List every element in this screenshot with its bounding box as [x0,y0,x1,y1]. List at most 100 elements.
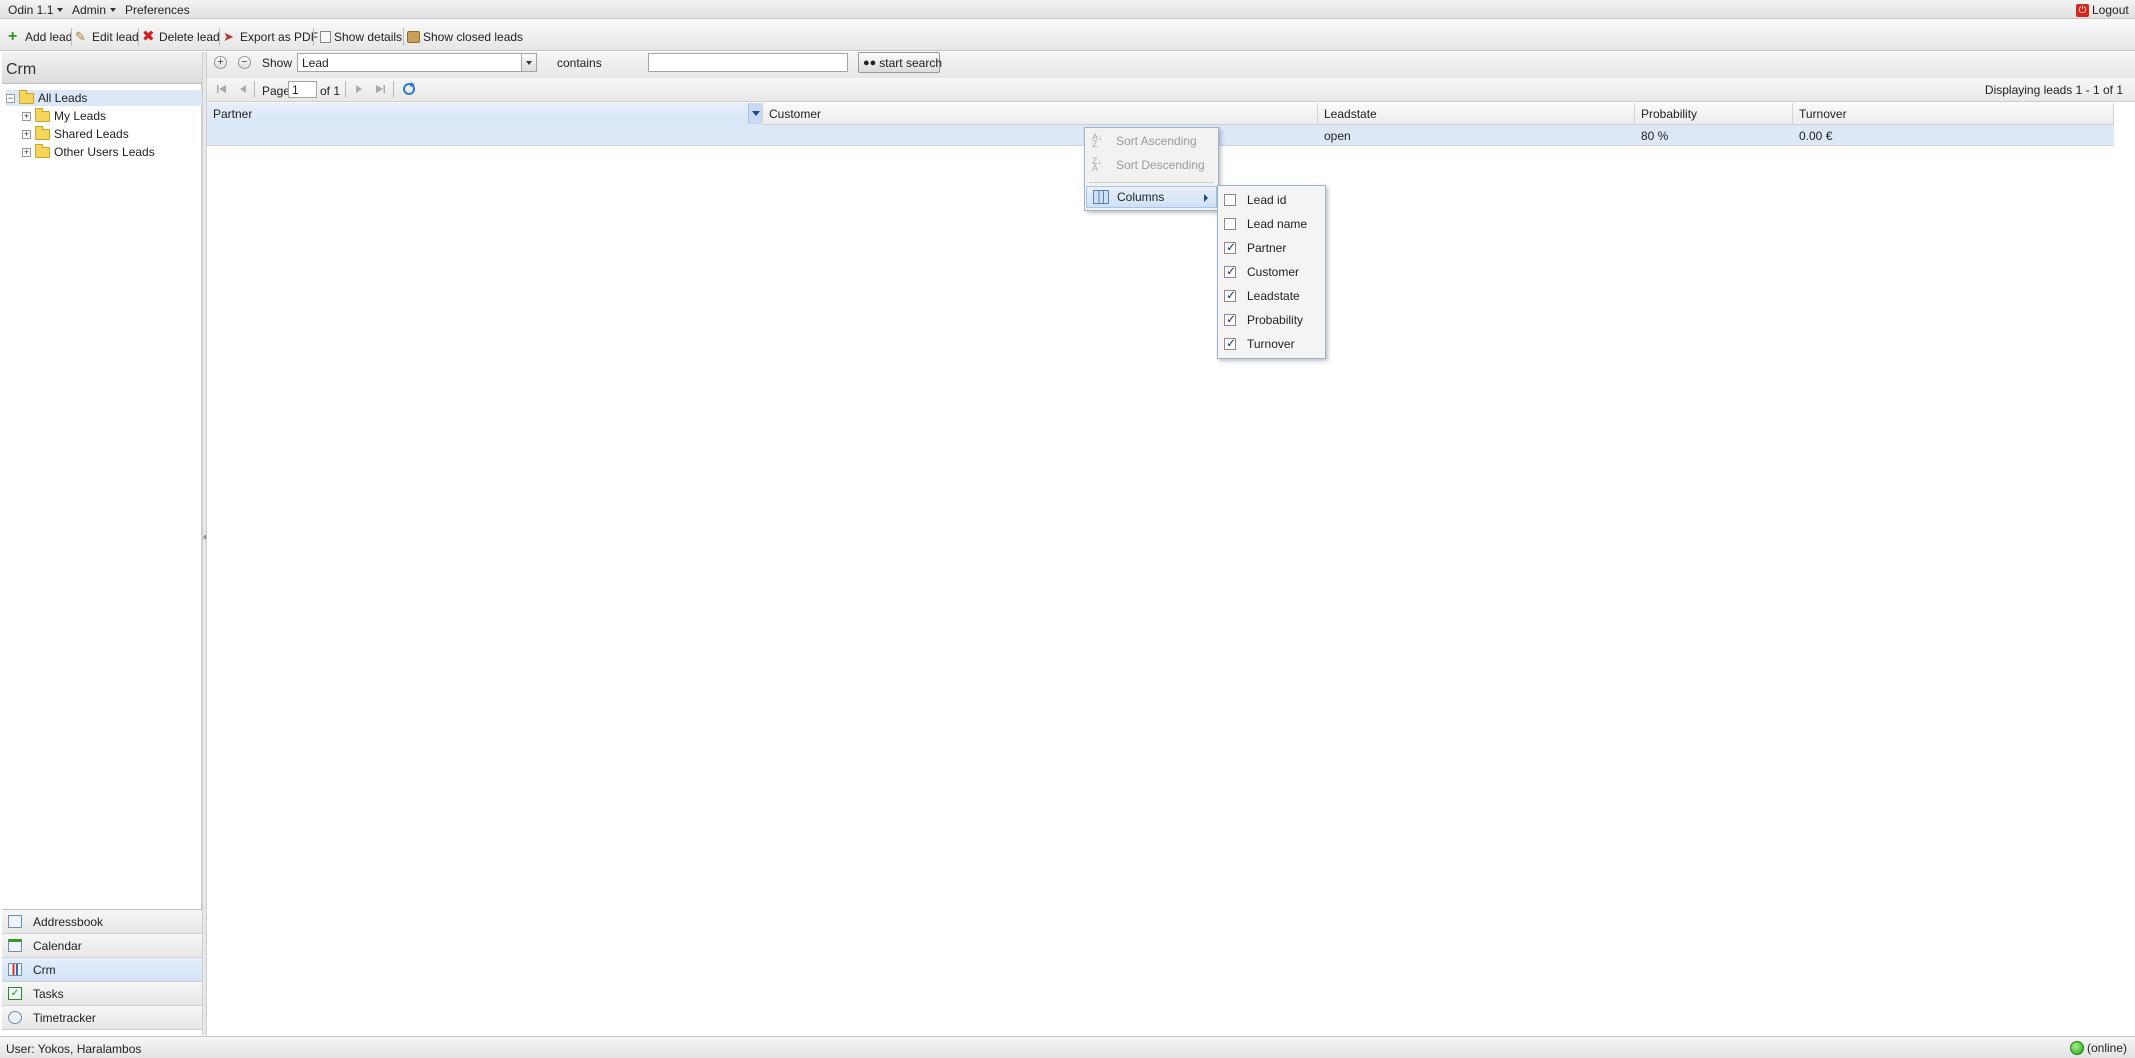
toolbar-separator [403,28,404,46]
column-context-menu: A↓ Z Sort Ascending Z↓ A Sort Descending C… [1084,127,1219,211]
add-lead-button[interactable]: + Add lead [8,28,72,46]
pdf-icon: ➤ [223,29,234,44]
menubar: Odin 1.1 Admin Preferences ⏻ Logout [0,0,2135,19]
column-toggle-customer[interactable]: Customer [1224,263,1299,281]
cell-turnover: 0.00 € [1799,129,1833,143]
pager-separator [393,81,394,98]
previous-page-icon[interactable] [236,82,250,96]
chevron-down-icon[interactable] [521,54,536,71]
column-toggle-partner[interactable]: Partner [1224,239,1286,257]
page-count: of 1 [320,84,341,98]
toolbar: + Add lead ✎ Edit lead ✖ Delete lead ➤ E… [0,19,2135,51]
cell-leadstate: open [1324,129,1351,143]
chart-icon [8,963,22,976]
sidebar-splitter[interactable] [202,52,207,1035]
power-icon: ⏻ [2076,3,2089,17]
collapse-left-icon[interactable] [203,534,206,540]
add-filter-icon[interactable]: + [214,56,227,69]
status-bar: User: Yokos, Haralambos (online) [0,1036,2135,1058]
checkbox[interactable] [1224,288,1236,302]
start-search-button[interactable]: ●● start search [858,52,942,73]
toolbar-separator [219,28,220,46]
menu-separator [1089,182,1214,183]
column-header-probability[interactable]: Probability [1635,103,1793,125]
tree-item-shared-leads[interactable]: + Shared Leads [22,125,129,142]
column-header-leadstate[interactable]: Leadstate [1318,103,1635,125]
column-header-turnover[interactable]: Turnover [1793,103,2114,125]
chevron-down-icon [110,8,117,12]
lock-icon [407,31,420,43]
checkbox[interactable] [1224,218,1236,230]
next-page-icon[interactable] [352,82,366,96]
delete-lead-button[interactable]: ✖ Delete lead [142,28,220,46]
edit-lead-button[interactable]: ✎ Edit lead [75,28,139,46]
collapse-icon[interactable]: − [6,93,15,103]
clock-icon [8,1011,22,1024]
toolbar-separator [71,28,72,46]
sort-ascending-icon: A↓ Z [1092,132,1103,149]
app-menu[interactable]: Odin 1.1 [8,3,64,17]
folder-icon [35,107,50,122]
operator-label: contains [557,56,602,70]
expand-icon[interactable]: + [22,111,31,121]
sort-ascending-item[interactable]: A↓ Z Sort Ascending [1086,130,1217,152]
grid-header: Partner Customer Leadstate Probability T… [207,103,2114,125]
nav-item-tasks[interactable]: ✓ Tasks [2,982,202,1006]
tree-item-other-users-leads[interactable]: + Other Users Leads [22,143,155,160]
field-select[interactable]: Lead [297,53,537,72]
checkbox[interactable] [1224,194,1236,206]
checkbox[interactable] [1224,240,1236,254]
folder-icon [19,89,34,104]
tree-item-all-leads[interactable]: − All Leads [6,89,202,106]
toolbar-separator [313,28,314,46]
page-number-input[interactable]: 1 [288,81,317,98]
checkbox[interactable] [1224,336,1236,350]
page-label: Page [262,84,291,98]
current-user: User: Yokos, Haralambos [6,1042,142,1056]
admin-menu[interactable]: Admin [72,3,117,17]
pencil-icon: ✎ [75,29,86,44]
preferences-menu[interactable]: Preferences [125,3,190,17]
show-closed-leads-button[interactable]: Show closed leads [407,28,523,46]
first-page-icon[interactable] [215,82,229,96]
column-menu-trigger[interactable] [748,103,762,124]
checkbox[interactable] [1224,264,1236,278]
refresh-icon[interactable] [402,82,416,96]
sidebar-title: Crm [2,52,202,84]
column-toggle-turnover[interactable]: Turnover [1224,335,1295,353]
show-label: Show [262,56,293,70]
column-toggle-lead-id[interactable]: Lead id [1224,191,1286,209]
last-page-icon[interactable] [373,82,387,96]
remove-filter-icon[interactable]: − [238,56,251,69]
search-input[interactable] [648,53,848,72]
module-navigation: Addressbook Calendar Crm ✓ Tasks Timetra… [2,909,202,1035]
tasks-icon: ✓ [8,987,22,1000]
show-details-button[interactable]: Show details [320,28,402,46]
column-header-customer[interactable]: Customer [763,103,1318,125]
binoculars-icon: ●● [863,56,877,69]
column-toggle-probability[interactable]: Probability [1224,311,1303,329]
pager-bar [207,78,2135,102]
display-info: Displaying leads 1 - 1 of 1 [1984,83,2123,97]
tree-item-my-leads[interactable]: + My Leads [22,107,106,124]
checkbox[interactable] [1224,312,1236,326]
logout-button[interactable]: ⏻ Logout [2076,3,2129,17]
nav-item-crm[interactable]: Crm [2,958,202,982]
sort-descending-item[interactable]: Z↓ A Sort Descending [1086,154,1217,176]
nav-item-calendar[interactable]: Calendar [2,934,202,958]
sort-descending-icon: Z↓ A [1092,156,1102,173]
columns-submenu: Lead id Lead name Partner Customer Leads… [1217,185,1326,359]
expand-icon[interactable]: + [22,129,31,139]
columns-item[interactable]: Columns [1086,186,1217,208]
nav-item-addressbook[interactable]: Addressbook [2,910,202,934]
expand-icon[interactable]: + [22,147,31,157]
lead-tree: − All Leads + My Leads + Shared Leads + … [2,84,202,909]
addressbook-icon [8,915,22,928]
online-status: (online) [2069,1041,2127,1055]
column-toggle-leadstate[interactable]: Leadstate [1224,287,1300,305]
nav-item-timetracker[interactable]: Timetracker [2,1006,202,1030]
export-pdf-button[interactable]: ➤ Export as PDF [223,28,318,46]
pager-separator [254,81,255,98]
column-header-partner[interactable]: Partner [207,103,763,125]
column-toggle-lead-name[interactable]: Lead name [1224,215,1307,233]
